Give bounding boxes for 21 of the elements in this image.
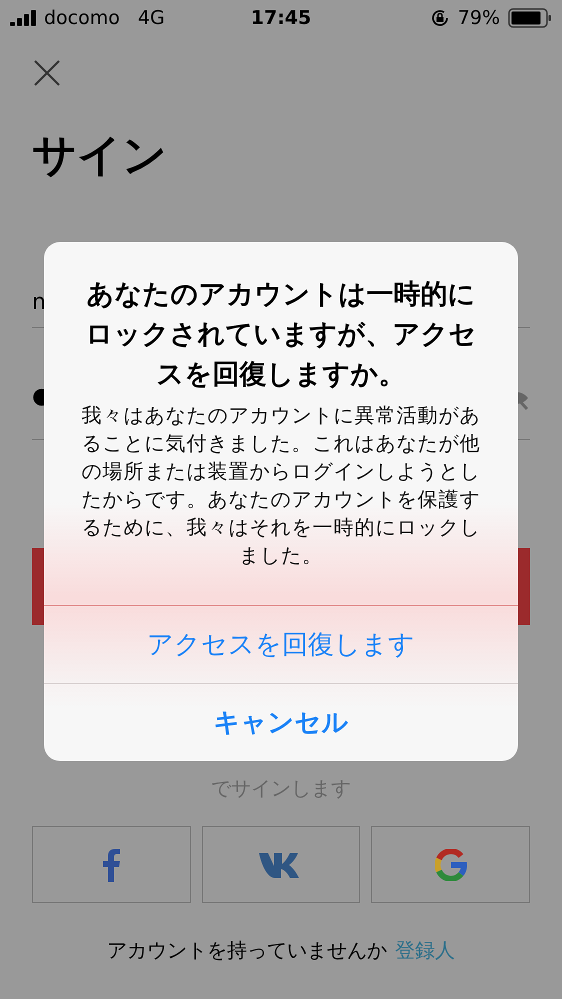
- restore-access-button[interactable]: アクセスを回復します: [44, 605, 518, 683]
- social-login-button[interactable]: [202, 826, 360, 903]
- carrier-name: docomo: [44, 7, 120, 29]
- battery-icon: [508, 8, 552, 28]
- social-login-button[interactable]: [32, 826, 191, 903]
- network-type: 4G: [138, 7, 165, 29]
- dialog-title: あなたのアカウントは一時的にロックされていますが、アクセスを回復しますか。: [84, 278, 478, 392]
- signup-prompt: アカウントを持っていませんか: [107, 937, 387, 964]
- social-login-button[interactable]: [371, 826, 530, 903]
- cancel-button[interactable]: キャンセル: [44, 683, 518, 761]
- close-icon[interactable]: [32, 58, 62, 88]
- register-link[interactable]: 登録人: [395, 937, 455, 964]
- signal-icon: [10, 10, 36, 26]
- field-value: n: [32, 290, 46, 315]
- page-title: サイン: [32, 129, 168, 183]
- battery-percent: 79%: [458, 7, 500, 29]
- facebook-icon: [102, 848, 120, 882]
- rotation-lock-icon: [430, 8, 450, 28]
- google-logo-icon: [434, 848, 467, 880]
- clock-time: 17:45: [250, 7, 312, 29]
- dialog-message: 我々はあなたのアカウントに異常活動があることに気付きました。これはあなたが他の場所または装置からログインしようとしたからです。あなたのアカウントを保護するために、我々はそれを一時的にロックしました。: [80, 402, 482, 569]
